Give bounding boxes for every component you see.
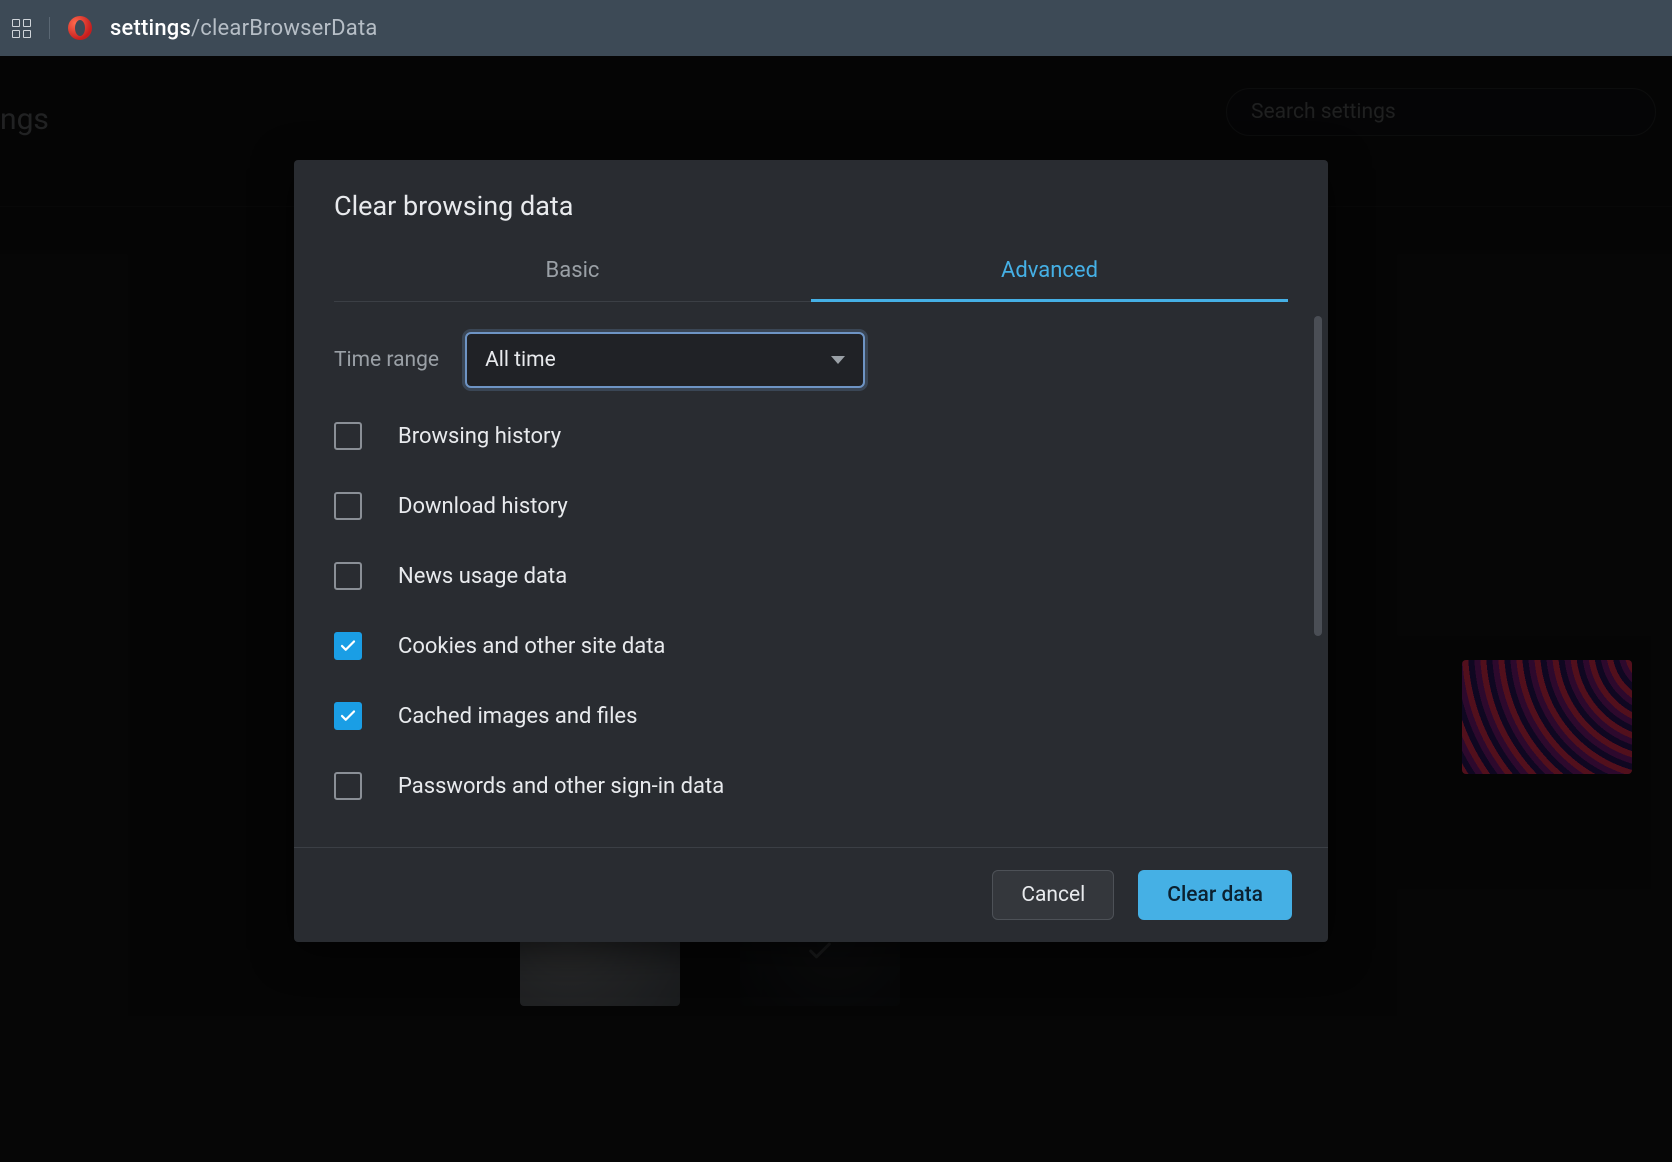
dialog-footer: Cancel Clear data xyxy=(294,847,1328,942)
scrollbar-thumb[interactable] xyxy=(1314,316,1322,636)
option-label: News usage data xyxy=(398,564,567,589)
workspaces-icon[interactable] xyxy=(12,19,31,38)
option-label: Browsing history xyxy=(398,424,561,449)
option-row[interactable]: Browsing history xyxy=(334,422,1288,450)
checkbox[interactable] xyxy=(334,772,362,800)
time-range-select[interactable]: All time xyxy=(465,332,865,388)
options-list: Browsing history Download history News usa… xyxy=(334,422,1288,800)
checkbox[interactable] xyxy=(334,702,362,730)
option-label: Passwords and other sign-in data xyxy=(398,774,724,799)
option-label: Download history xyxy=(398,494,568,519)
chevron-down-icon xyxy=(831,356,845,364)
time-range-row: Time range All time xyxy=(334,332,1288,388)
opera-logo-icon xyxy=(68,16,92,40)
time-range-label: Time range xyxy=(334,348,439,372)
dialog-title: Clear browsing data xyxy=(334,190,1288,222)
fade-overlay xyxy=(294,807,1316,847)
checkbox[interactable] xyxy=(334,632,362,660)
checkbox[interactable] xyxy=(334,422,362,450)
checkbox[interactable] xyxy=(334,492,362,520)
checkbox[interactable] xyxy=(334,562,362,590)
dialog-header: Clear browsing data Basic Advanced xyxy=(294,160,1328,302)
address-text[interactable]: settings/clearBrowserData xyxy=(110,16,378,41)
check-icon xyxy=(339,707,357,725)
option-row[interactable]: Passwords and other sign-in data xyxy=(334,772,1288,800)
clear-browsing-data-dialog: Clear browsing data Basic Advanced Time … xyxy=(294,160,1328,942)
dialog-body: Time range All time Browsing history Down… xyxy=(294,302,1328,847)
option-label: Cookies and other site data xyxy=(398,634,665,659)
option-label: Cached images and files xyxy=(398,704,637,729)
clear-data-button[interactable]: Clear data xyxy=(1138,870,1292,920)
address-bar: settings/clearBrowserData xyxy=(0,0,1672,56)
option-row[interactable]: Cookies and other site data xyxy=(334,632,1288,660)
address-dim: /clearBrowserData xyxy=(191,16,378,41)
option-row[interactable]: Cached images and files xyxy=(334,702,1288,730)
option-row[interactable]: Download history xyxy=(334,492,1288,520)
cancel-button[interactable]: Cancel xyxy=(992,870,1114,920)
option-row[interactable]: News usage data xyxy=(334,562,1288,590)
address-bold: settings xyxy=(110,16,191,41)
modal-overlay: Clear browsing data Basic Advanced Time … xyxy=(0,56,1672,1162)
check-icon xyxy=(339,637,357,655)
time-range-value: All time xyxy=(485,348,556,372)
divider xyxy=(49,17,50,39)
tab-advanced[interactable]: Advanced xyxy=(811,244,1288,302)
dialog-tabs: Basic Advanced xyxy=(334,244,1288,302)
tab-basic[interactable]: Basic xyxy=(334,244,811,301)
